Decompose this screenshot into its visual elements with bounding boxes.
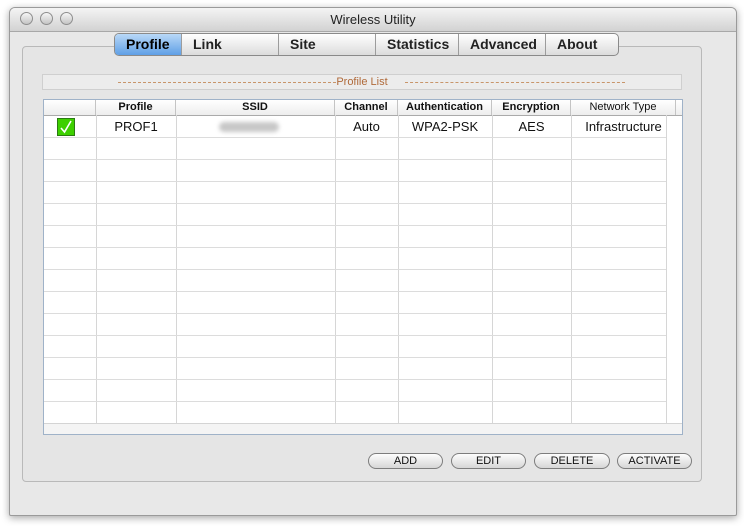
grid-line — [44, 203, 666, 204]
table-cell-network-type[interactable]: Infrastructure — [571, 116, 676, 137]
column-header-network-type[interactable]: Network Type — [571, 100, 676, 115]
ssid-redacted — [219, 122, 279, 132]
tab-link-status[interactable]: Link Status — [182, 34, 279, 55]
tab-advanced[interactable]: Advanced — [459, 34, 546, 55]
grid-line — [44, 291, 666, 292]
grid-line — [44, 225, 666, 226]
grid-line — [44, 379, 666, 380]
checkmark-icon — [60, 120, 72, 134]
grid-line — [44, 159, 666, 160]
grid-line — [44, 247, 666, 248]
grid-line — [44, 137, 666, 138]
grid-line — [44, 357, 666, 358]
delete-button[interactable]: DELETE — [534, 453, 610, 469]
column-header-channel[interactable]: Channel — [335, 100, 398, 115]
section-divider-right — [405, 82, 625, 83]
column-header-status[interactable] — [44, 100, 96, 115]
grid-line — [44, 181, 666, 182]
grid-line — [44, 335, 666, 336]
table-cell-authentication[interactable]: WPA2-PSK — [398, 116, 492, 137]
grid-line — [44, 401, 666, 402]
title-bar: Wireless Utility — [10, 8, 736, 32]
tab-statistics[interactable]: Statistics — [376, 34, 459, 55]
window-title: Wireless Utility — [330, 12, 416, 27]
table-header: Profile SSID Channel Authentication Encr… — [44, 100, 682, 116]
tab-bar: Profile Link Status Site Survey Statisti… — [114, 33, 619, 56]
tab-about[interactable]: About — [546, 34, 618, 55]
activate-button[interactable]: ACTIVATE — [617, 453, 692, 469]
horizontal-scrollbar[interactable] — [44, 423, 682, 434]
column-header-profile[interactable]: Profile — [96, 100, 176, 115]
grid-line — [44, 313, 666, 314]
table-cell-profile[interactable]: PROF1 — [96, 116, 176, 137]
active-profile-indicator — [57, 118, 75, 136]
grid-line — [666, 115, 667, 424]
grid-line — [44, 269, 666, 270]
column-header-authentication[interactable]: Authentication — [398, 100, 492, 115]
add-button[interactable]: ADD — [368, 453, 443, 469]
table-cell-encryption[interactable]: AES — [492, 116, 571, 137]
table-cell-channel[interactable]: Auto — [335, 116, 398, 137]
column-header-encryption[interactable]: Encryption — [492, 100, 571, 115]
edit-button[interactable]: EDIT — [451, 453, 526, 469]
tab-site-survey[interactable]: Site Survey — [279, 34, 376, 55]
profile-list-header: Profile List — [42, 74, 682, 90]
profile-table: Profile SSID Channel Authentication Encr… — [43, 99, 683, 435]
column-header-ssid[interactable]: SSID — [176, 100, 335, 115]
tab-profile[interactable]: Profile — [115, 34, 182, 55]
